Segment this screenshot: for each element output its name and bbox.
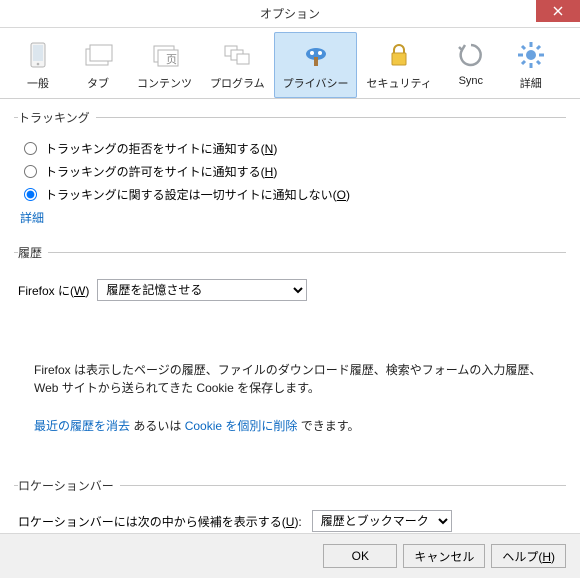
svg-text:页: 页 [166,54,177,66]
clear-history-link[interactable]: 最近の履歴を消去 [34,419,130,433]
help-button[interactable]: ヘルプ(H) [491,544,566,568]
tab-security[interactable]: セキュリティ [357,32,440,98]
history-mode-select[interactable]: 履歴を記憶させる [97,279,307,301]
tab-label: プログラム [210,75,265,91]
dialog-footer: OK キャンセル ヘルプ(H) [0,533,580,578]
general-icon [22,39,54,71]
tracking-reject-label: トラッキングの拒否をサイトに通知する(N) [45,140,277,157]
tab-content[interactable]: 页 コンテンツ [128,32,201,98]
tracking-allow-label: トラッキングの許可をサイトに通知する(H) [45,163,277,180]
history-group: 履歴 Firefox に(W) 履歴を記憶させる Firefox は表示したペー… [14,244,566,471]
locationbar-select[interactable]: 履歴とブックマーク [312,510,452,532]
window-title: オプション [260,5,320,22]
cancel-button[interactable]: キャンセル [403,544,485,568]
history-description: Firefox は表示したページの履歴、ファイルのダウンロード履歴、検索やフォー… [34,361,550,397]
programs-icon [221,39,253,71]
tab-label: Sync [459,75,483,87]
tracking-none-row[interactable]: トラッキングに関する設定は一切サイトに通知しない(O) [24,186,562,203]
close-button[interactable] [536,0,580,22]
tab-programs[interactable]: プログラム [201,32,274,98]
tab-label: 一般 [27,75,49,91]
privacy-icon [300,39,332,71]
tab-privacy[interactable]: プライバシー [274,32,358,98]
tab-label: コンテンツ [137,75,192,91]
locationbar-label: ロケーションバーには次の中から候補を表示する(U): [18,513,302,530]
close-icon [553,6,563,16]
security-icon [383,39,415,71]
content-area: トラッキング トラッキングの拒否をサイトに通知する(N) トラッキングの許可をサ… [0,99,580,560]
history-mode-label: Firefox に(W) [18,282,89,299]
tab-general[interactable]: 一般 [8,32,68,98]
tab-label: タブ [87,75,109,91]
history-actions-line: 最近の履歴を消去 あるいは Cookie を個別に削除 できます。 [34,417,550,435]
sync-icon [455,39,487,71]
tracking-legend: トラッキング [18,109,96,126]
ok-button[interactable]: OK [323,544,397,568]
tracking-reject-row[interactable]: トラッキングの拒否をサイトに通知する(N) [24,140,562,157]
tab-label: プライバシー [283,75,349,91]
tracking-allow-radio[interactable] [24,165,37,178]
tab-label: 詳細 [520,75,542,91]
tabs-icon [82,39,114,71]
category-toolbar: 一般 タブ 页 コンテンツ プログラム プライバシー セキュリティ Sync 詳… [0,28,580,99]
locationbar-legend: ロケーションバー [18,477,120,494]
tracking-details-link[interactable]: 詳細 [20,211,44,225]
tracking-none-radio[interactable] [24,188,37,201]
tracking-group: トラッキング トラッキングの拒否をサイトに通知する(N) トラッキングの許可をサ… [14,109,566,238]
tracking-none-label: トラッキングに関する設定は一切サイトに通知しない(O) [45,186,350,203]
titlebar: オプション [0,0,580,28]
advanced-icon [515,39,547,71]
tab-advanced[interactable]: 詳細 [501,32,561,98]
tab-tabs[interactable]: タブ [68,32,128,98]
tracking-allow-row[interactable]: トラッキングの許可をサイトに通知する(H) [24,163,562,180]
tracking-reject-radio[interactable] [24,142,37,155]
content-icon: 页 [149,39,181,71]
history-legend: 履歴 [18,244,48,261]
tab-sync[interactable]: Sync [441,32,501,98]
tab-label: セキュリティ [366,75,431,91]
remove-cookies-link[interactable]: Cookie を個別に削除 [185,419,298,433]
